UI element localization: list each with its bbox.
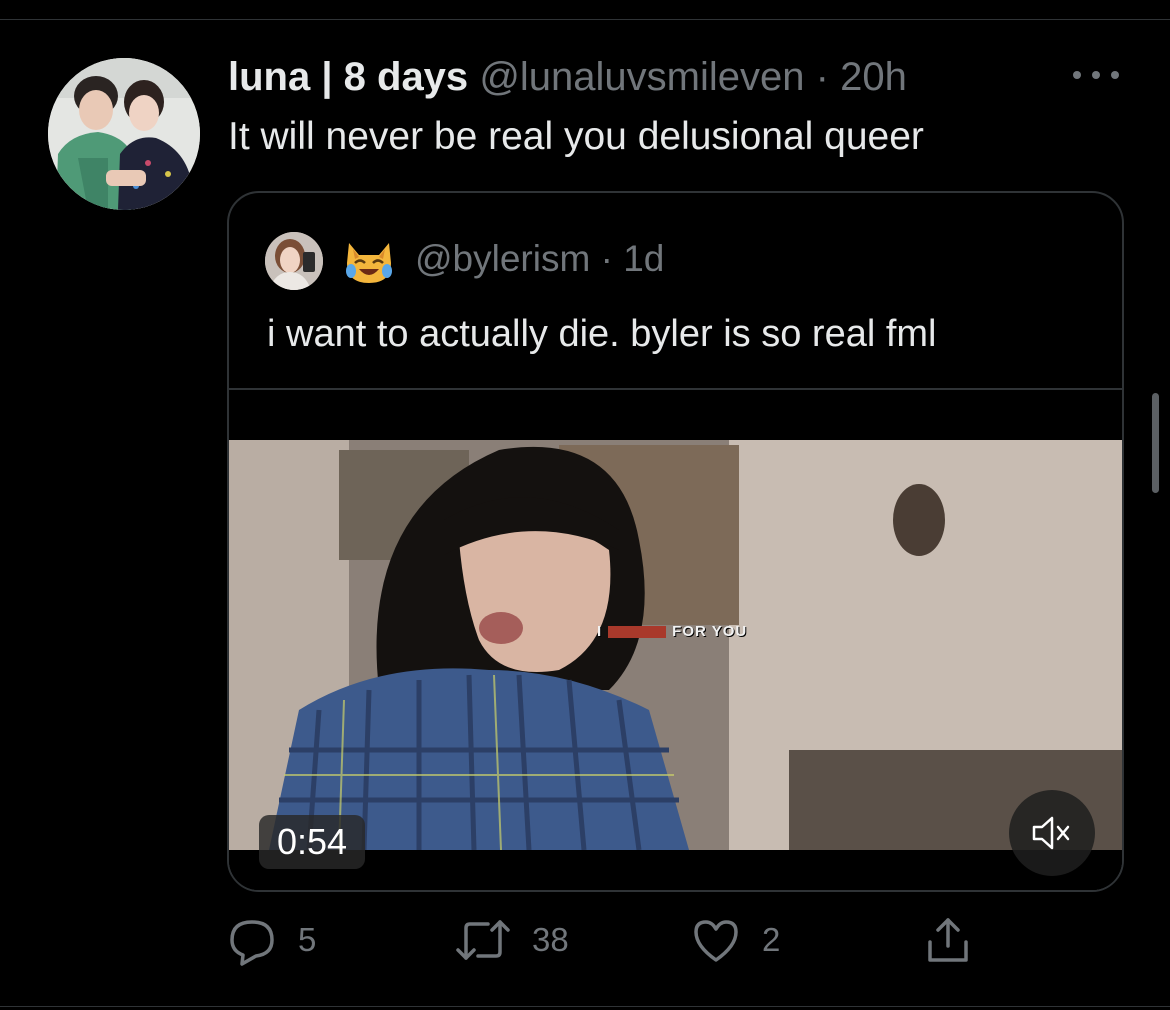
reply-button[interactable]: 5: [226, 910, 316, 970]
reply-count: 5: [298, 921, 317, 958]
bottom-divider: [0, 1006, 1170, 1007]
heart-icon: [694, 920, 738, 962]
quoted-meta-separator: ·: [600, 238, 613, 279]
reply-bubble-icon: [230, 920, 274, 966]
retweet-button[interactable]: 38: [454, 910, 569, 970]
retweet-icon: [456, 920, 510, 960]
author-avatar[interactable]: [48, 58, 200, 210]
quoted-handle[interactable]: @bylerism: [415, 238, 590, 279]
quoted-tweet-text: i want to actually die. byler is so real…: [267, 313, 937, 355]
retweet-count: 38: [532, 921, 569, 958]
mute-button[interactable]: [1009, 790, 1095, 876]
quoted-meta: @bylerism · 1d: [415, 235, 664, 283]
video-duration: 0:54: [259, 815, 366, 869]
quoted-profile-photo: [265, 232, 323, 290]
cat-face-with-tears-of-joy-icon: [341, 233, 397, 289]
share-button[interactable]: [922, 910, 974, 970]
speaker-muted-icon: [1032, 816, 1070, 850]
quoted-author-avatar[interactable]: [265, 232, 323, 290]
video-frame: [229, 390, 1122, 890]
tweet-header: luna | 8 days @lunaluvsmileven · 20h: [228, 52, 907, 102]
video-caption-text: FOR YOU: [672, 623, 748, 640]
like-count: 2: [762, 921, 781, 958]
display-name[interactable]: luna | 8 days: [228, 55, 468, 99]
scrollbar-thumb[interactable]: [1152, 393, 1159, 493]
profile-photo: [48, 58, 200, 210]
tweet-time[interactable]: 20h: [840, 55, 907, 99]
video-caption: I FOR YOU: [597, 623, 747, 640]
tweet-text: It will never be real you delusional que…: [228, 115, 924, 158]
top-divider: [0, 19, 1170, 20]
more-icon[interactable]: [1073, 60, 1119, 90]
tweet-actions: 5 38 2: [226, 910, 986, 970]
quoted-video[interactable]: I FOR YOU 0:54: [229, 390, 1122, 890]
author-handle[interactable]: @lunaluvsmileven: [479, 55, 804, 99]
like-button[interactable]: 2: [690, 910, 780, 970]
video-caption-prefix: I: [597, 623, 603, 640]
share-icon: [928, 918, 968, 962]
meta-separator: ·: [815, 55, 829, 99]
quoted-time[interactable]: 1d: [623, 238, 664, 279]
quoted-tweet[interactable]: @bylerism · 1d i want to actually die. b…: [227, 191, 1124, 892]
